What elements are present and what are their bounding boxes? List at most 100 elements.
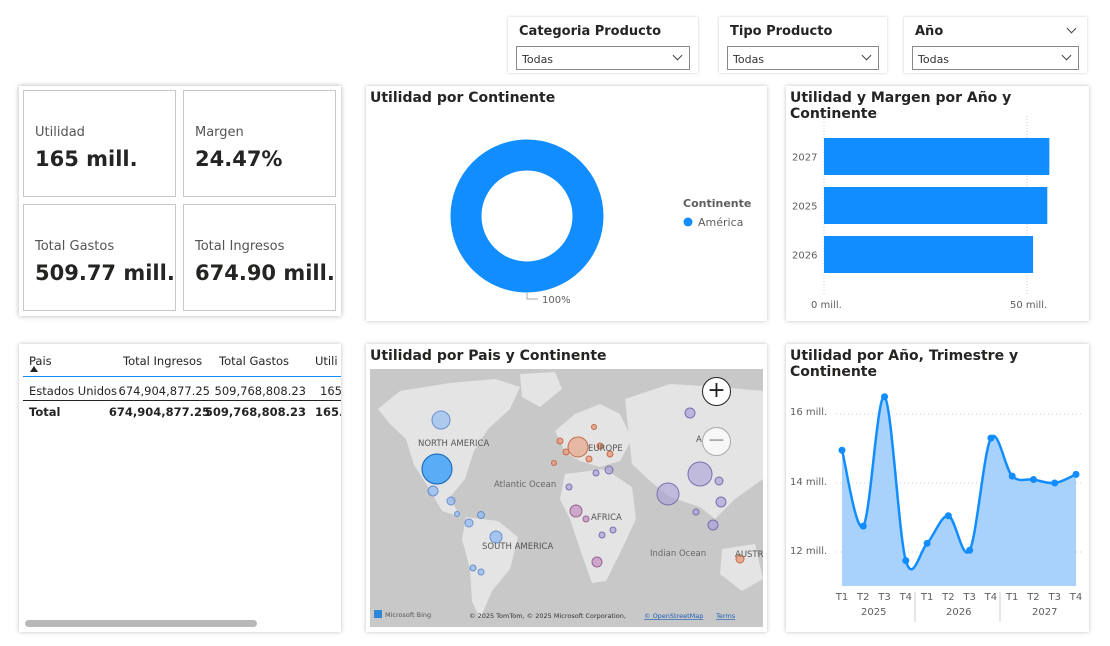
terms-link: Terms <box>715 612 736 620</box>
total-utilidad: 165. <box>315 405 341 419</box>
data-point <box>1008 472 1016 480</box>
slicer-title: Año <box>915 24 944 39</box>
y-tick-label: 2027 <box>792 153 817 164</box>
x-tick-label: T3 <box>962 592 975 603</box>
data-table: Pais Total Ingresos Total Gastos Utili E… <box>19 344 341 632</box>
bubble-usa <box>421 453 453 485</box>
bubble <box>469 564 477 572</box>
x-tick-label: T4 <box>1069 592 1082 603</box>
tipo-producto-dropdown[interactable]: Todas <box>727 46 879 70</box>
dropdown-value: Todas <box>733 53 765 66</box>
bubble <box>477 511 485 519</box>
x-tick-label: T4 <box>899 592 912 603</box>
kpi-label: Margen <box>195 125 244 140</box>
world-map[interactable]: NORTH AMERICA EUROPE Atlantic Ocean AFRI… <box>370 369 763 627</box>
zoom-out-button[interactable]: − <box>702 427 731 456</box>
donut-slice-america <box>450 139 604 293</box>
data-point <box>838 446 846 454</box>
column-header-utilidad[interactable]: Utili <box>315 354 338 368</box>
bubble <box>592 469 600 477</box>
x-tick-label: 0 mill. <box>811 300 842 311</box>
bing-attribution: Microsoft Bing <box>385 611 431 619</box>
bubble <box>714 476 724 486</box>
bubble <box>477 568 485 576</box>
data-point <box>902 557 910 565</box>
column-header-total-gastos[interactable]: Total Gastos <box>219 354 289 368</box>
bubble <box>604 465 614 475</box>
x-tick-label: T1 <box>835 592 848 603</box>
map-label-indian: Indian Ocean <box>650 549 706 559</box>
y-tick-label: 2025 <box>792 202 817 213</box>
bubble <box>715 496 727 508</box>
y-tick-label: 14 mill. <box>790 477 827 488</box>
kpi-margen[interactable]: Margen 24.47% <box>183 90 336 197</box>
header-divider <box>23 376 341 377</box>
sort-ascending-icon[interactable] <box>30 366 38 372</box>
chevron-down-icon[interactable] <box>1066 23 1077 34</box>
bubble <box>582 515 590 523</box>
cell-pais: Estados Unidos <box>29 384 118 398</box>
table-card[interactable]: Pais Total Ingresos Total Gastos Utili E… <box>19 344 341 632</box>
slicer-categoria-producto: Categoria Producto Todas <box>508 17 698 73</box>
bubble <box>556 437 564 445</box>
map-label-atlantic: Atlantic Ocean <box>494 480 556 490</box>
kpi-panel: Utilidad 165 mill. Margen 24.47% Total G… <box>19 86 341 316</box>
slicer-title: Tipo Producto <box>730 24 833 39</box>
legend-title: Continente <box>683 197 751 210</box>
bubble-canada <box>431 410 451 430</box>
kpi-utilidad[interactable]: Utilidad 165 mill. <box>23 90 176 197</box>
chevron-down-icon <box>672 50 683 61</box>
zoom-in-button[interactable]: + <box>702 377 731 406</box>
bar-chart-card[interactable]: Utilidad y Margen por Año y Continente 0… <box>786 86 1089 321</box>
cell-total-gastos: 509,768,808.23 <box>214 384 306 398</box>
bar <box>824 138 1050 175</box>
kpi-total-gastos[interactable]: Total Gastos 509.77 mill. <box>23 204 176 311</box>
total-label: Total <box>29 405 61 419</box>
bubble <box>427 485 439 497</box>
column-header-total-ingresos[interactable]: Total Ingresos <box>123 354 202 368</box>
visual-title: Utilidad por Pais y Continente <box>370 348 607 364</box>
bar-chart: 0 mill. 50 mill. 2027 2025 2026 <box>792 116 1050 311</box>
kpi-label: Total Gastos <box>35 239 115 254</box>
legend-marker <box>683 217 693 227</box>
y-tick-label: 2026 <box>792 251 817 262</box>
slicer-tipo-producto: Tipo Producto Todas <box>719 17 887 73</box>
bubble <box>551 460 557 466</box>
map-label-europe: EUROPE <box>588 444 623 454</box>
bar <box>824 187 1048 224</box>
area-chart: 16 mill. 14 mill. 12 mill. 2025 2026 202… <box>790 393 1084 622</box>
kpi-value: 165 mill. <box>35 147 138 171</box>
map-card[interactable]: Utilidad por Pais y Continente NORTH AME… <box>366 344 767 632</box>
anio-dropdown[interactable]: Todas <box>912 46 1079 70</box>
bubble <box>464 518 474 528</box>
horizontal-scrollbar[interactable] <box>25 620 257 627</box>
donut-chart-card[interactable]: Utilidad por Continente 100% Continente … <box>366 86 767 321</box>
area-chart-card[interactable]: Utilidad por Año, Trimestre y Continente… <box>786 344 1089 632</box>
data-point <box>987 434 995 442</box>
bubble <box>707 519 719 531</box>
cell-utilidad: 165 <box>320 384 341 398</box>
kpi-value: 674.90 mill. <box>195 261 335 285</box>
data-point <box>1051 479 1059 487</box>
data-point <box>1072 470 1080 478</box>
slicer-title: Categoria Producto <box>519 24 662 39</box>
categoria-producto-dropdown[interactable]: Todas <box>516 46 690 70</box>
data-point <box>966 546 974 554</box>
donut-pct-leader <box>526 293 538 300</box>
y-tick-label: 12 mill. <box>790 546 827 557</box>
kpi-label: Total Ingresos <box>195 239 285 254</box>
x-tick-label: T2 <box>1026 592 1039 603</box>
x-tick-label: 50 mill. <box>1010 300 1047 311</box>
x-tick-label: T1 <box>1005 592 1018 603</box>
data-point <box>859 522 867 530</box>
kpi-total-ingresos[interactable]: Total Ingresos 674.90 mill. <box>183 204 336 311</box>
map-label-south-america: SOUTH AMERICA <box>482 542 553 552</box>
chevron-down-icon <box>861 50 872 61</box>
total-gastos: 509,768,808.23 <box>204 405 306 419</box>
chevron-down-icon <box>1061 50 1072 61</box>
bubble <box>446 496 456 506</box>
bubble-europe <box>567 436 589 458</box>
data-point <box>1029 476 1037 484</box>
bubble <box>454 511 460 517</box>
x-tick-label: T1 <box>920 592 933 603</box>
